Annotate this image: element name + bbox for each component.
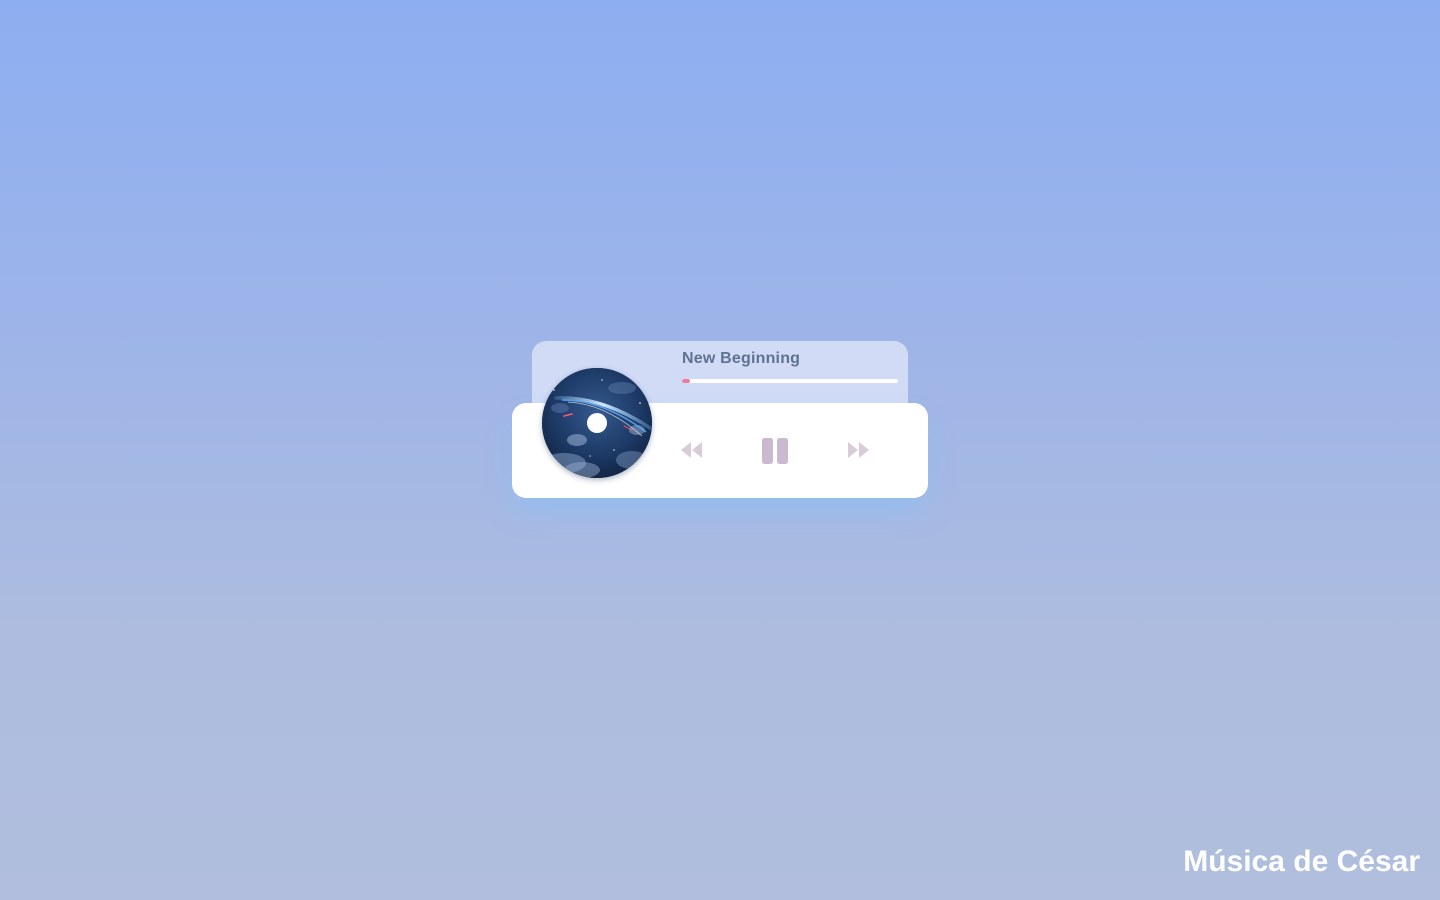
progress-bar[interactable] <box>682 379 898 383</box>
fast-forward-button[interactable] <box>846 441 870 459</box>
pause-button[interactable] <box>760 437 790 465</box>
brand-label: Música de César <box>1183 845 1420 878</box>
track-title: New Beginning <box>682 350 801 367</box>
disc-center-hole <box>587 413 607 433</box>
fast-forward-icon <box>848 442 869 458</box>
pause-icon <box>762 438 788 464</box>
music-player: New Beginning <box>512 341 928 498</box>
rewind-button[interactable] <box>680 441 704 459</box>
album-art-disc <box>542 368 652 478</box>
progress-bar-fill <box>682 379 690 383</box>
rewind-icon <box>681 442 702 458</box>
